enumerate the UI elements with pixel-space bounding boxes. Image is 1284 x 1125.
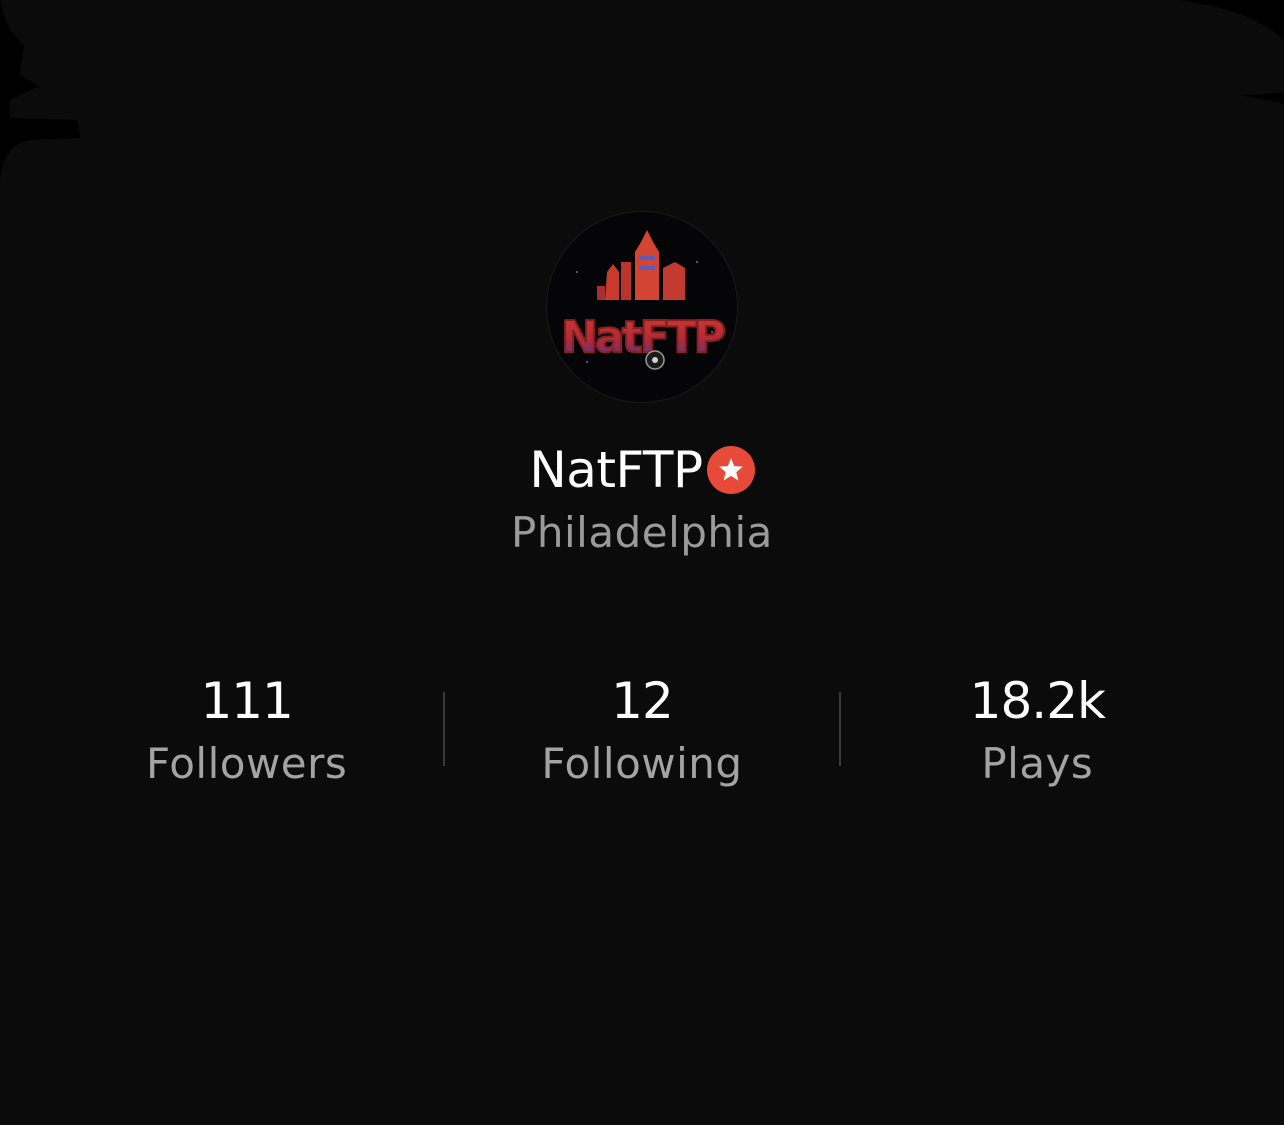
avatar[interactable]: NatFTP [547, 212, 737, 402]
location: Philadelphia [511, 508, 773, 557]
stat-value: 111 [200, 672, 293, 730]
svg-text:NatFTP: NatFTP [561, 312, 725, 363]
natftp-logo-icon: NatFTP [547, 212, 737, 402]
stat-value: 18.2k [969, 672, 1106, 730]
username: NatFTP [529, 441, 703, 499]
stat-label: Following [541, 739, 743, 788]
stat-label: Followers [146, 739, 348, 788]
name-row: NatFTP [529, 440, 755, 500]
stat-following[interactable]: 12 Following [445, 670, 838, 790]
star-badge-icon [706, 446, 755, 494]
stats-bar: 111 Followers 12 Following 18.2k Plays [50, 670, 1234, 800]
stat-plays[interactable]: 18.2k Plays [841, 670, 1234, 790]
stat-label: Plays [981, 739, 1094, 788]
profile-page: NatFTP NatFTP Philadelphia 111 Followers… [0, 0, 1284, 1125]
header-banner-silhouette [0, 0, 1284, 180]
profile-header: NatFTP NatFTP Philadelphia [0, 212, 1284, 557]
stat-followers[interactable]: 111 Followers [50, 670, 443, 790]
stat-value: 12 [611, 672, 674, 730]
